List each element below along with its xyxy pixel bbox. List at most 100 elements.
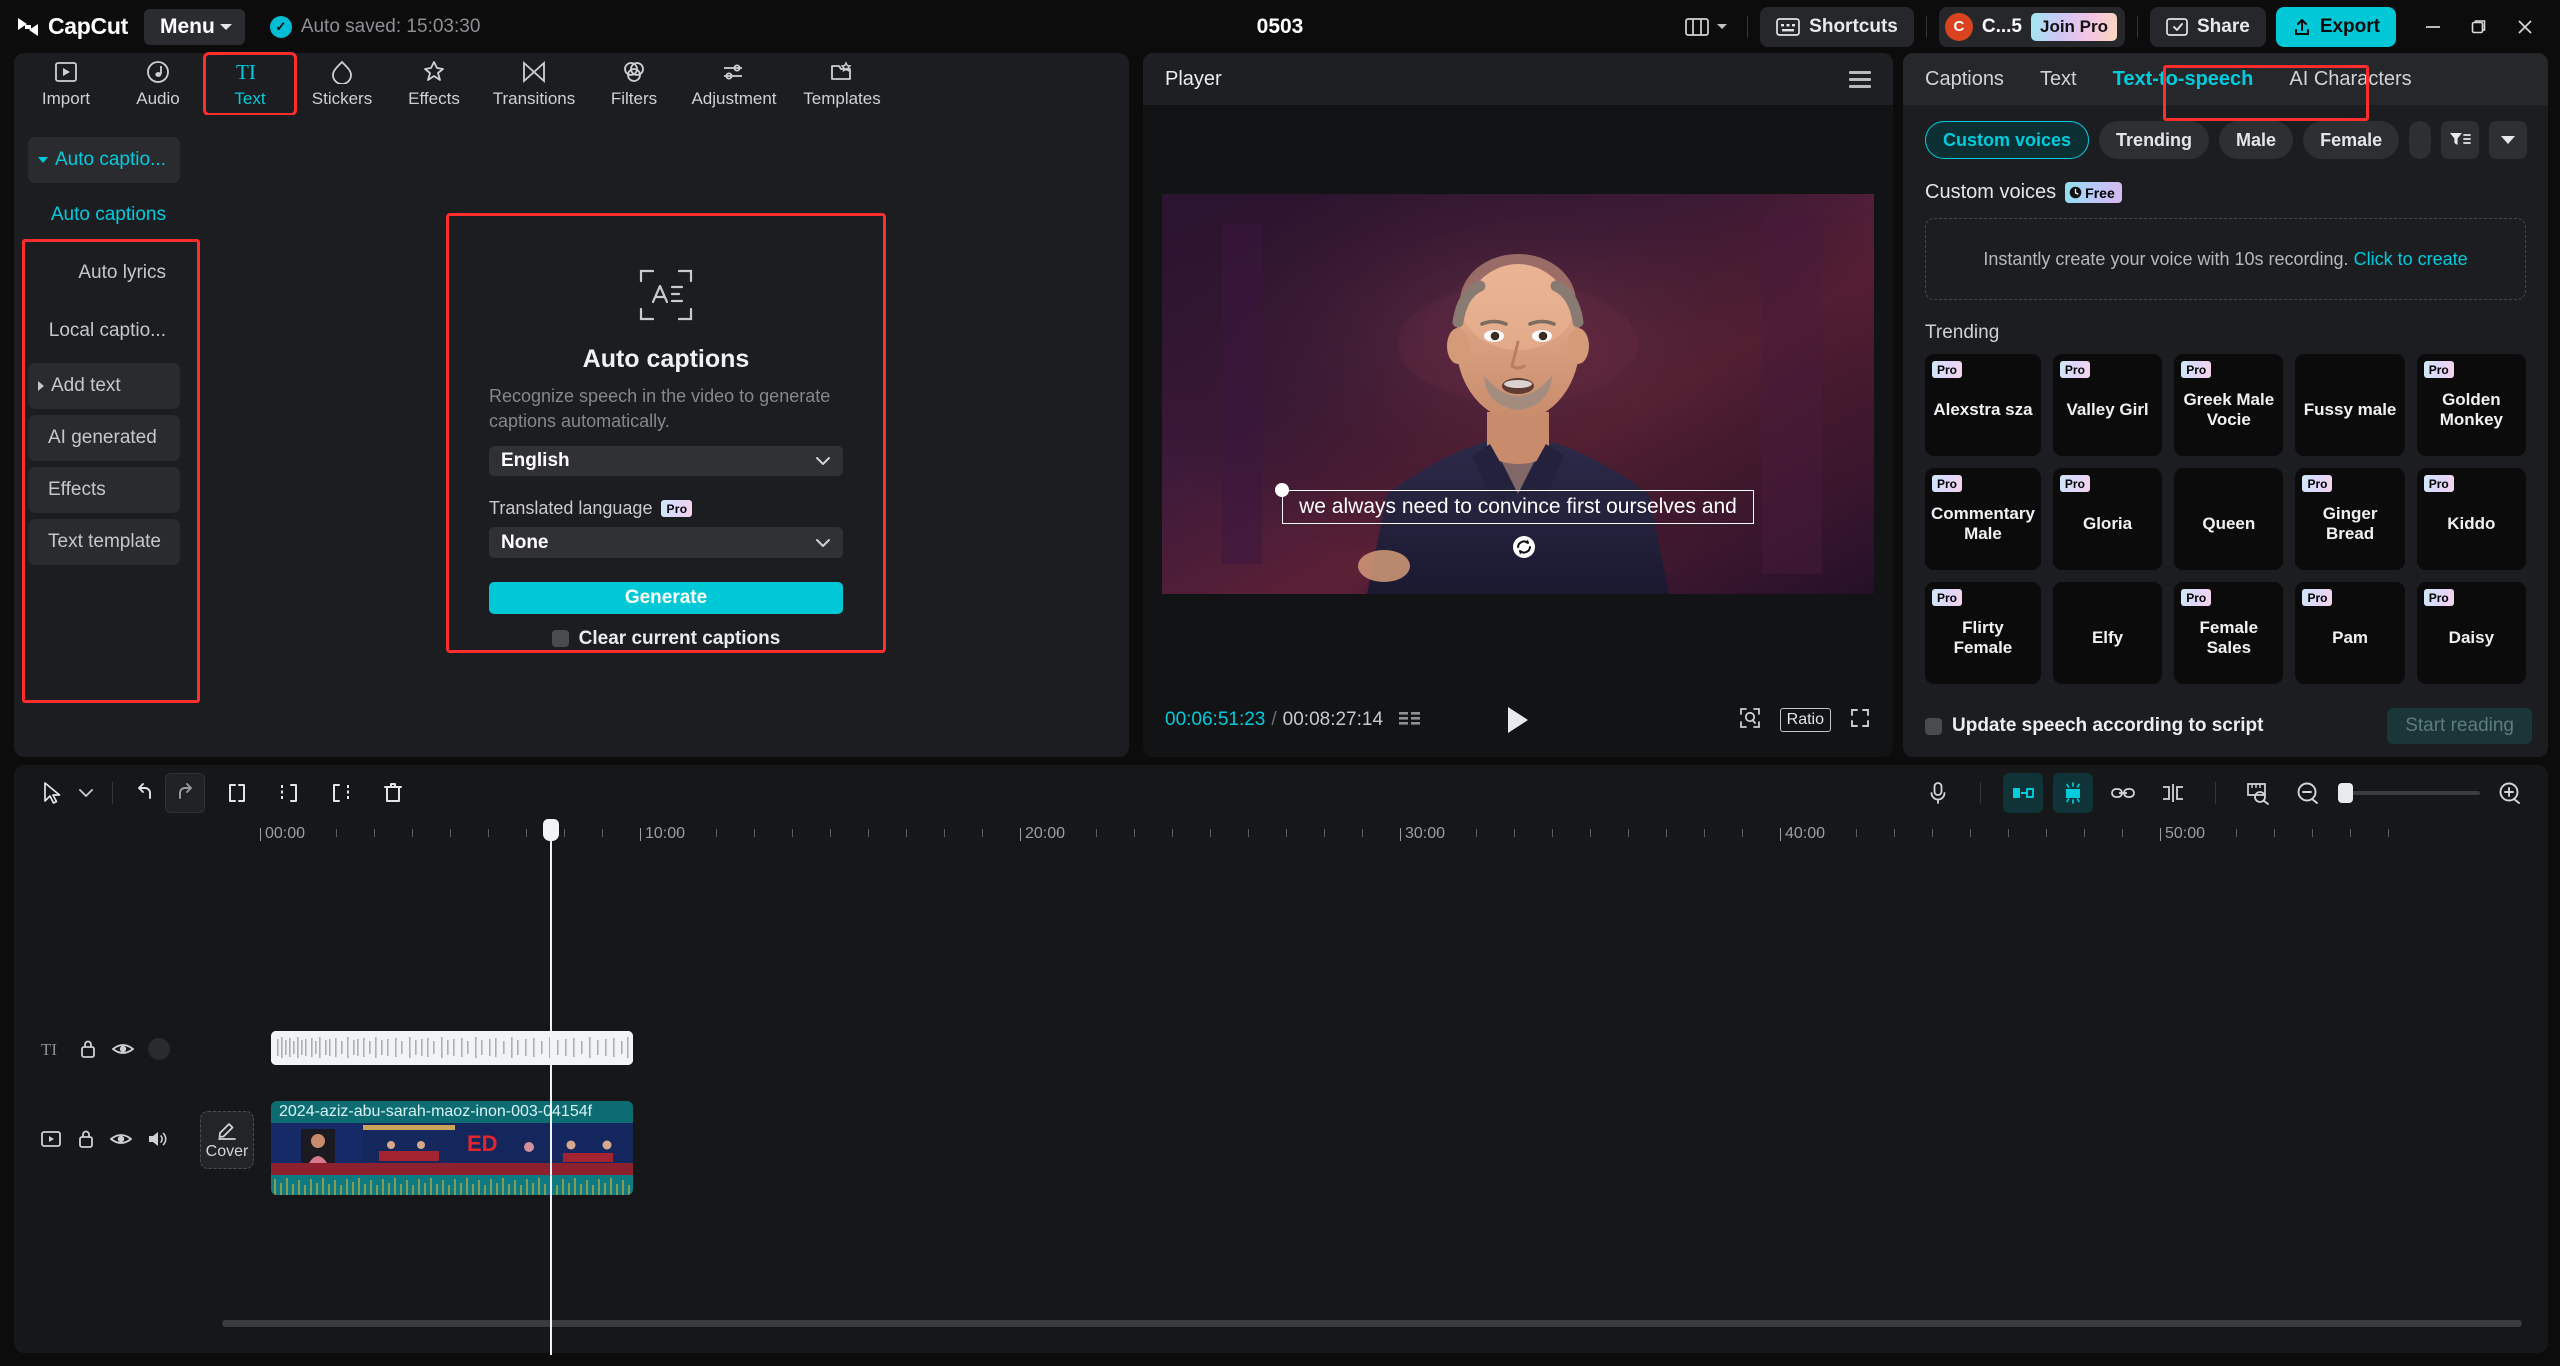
timeline-ruler[interactable]: 00:00 10:00 20:00 30:00 40:00 50:00 [222, 821, 2548, 855]
undo-icon[interactable] [125, 773, 165, 813]
tab-transitions[interactable]: Transitions [482, 55, 586, 113]
video-frame[interactable]: we always need to convince first ourselv… [1162, 194, 1874, 594]
voice-card[interactable]: ProValley Girl [2053, 354, 2162, 456]
cursor-icon[interactable] [32, 773, 72, 813]
sidebar-item-auto-captions[interactable]: Auto captions [28, 189, 180, 241]
play-button[interactable] [1508, 707, 1528, 733]
tab-text-to-speech[interactable]: Text-to-speech [2113, 68, 2254, 91]
voice-card[interactable]: ProPam [2295, 582, 2404, 684]
voice-card[interactable]: ProDaisy [2417, 582, 2526, 684]
zoom-fit-icon[interactable] [2238, 773, 2278, 813]
delete-icon[interactable] [373, 773, 413, 813]
generate-button[interactable]: Generate [489, 582, 843, 614]
sidebar-item-auto-lyrics[interactable]: Auto lyrics [28, 247, 180, 299]
subtitle-clip[interactable] [271, 1031, 633, 1065]
voice-card[interactable]: Fussy male [2295, 354, 2404, 456]
voice-card[interactable]: Queen [2174, 468, 2283, 570]
voice-card[interactable]: ProGreek Male Vocie [2174, 354, 2283, 456]
voice-card[interactable]: ProFlirty Female [1925, 582, 2041, 684]
minimize-button[interactable] [2410, 7, 2456, 47]
sidebar-item-add-text[interactable]: Add text [28, 363, 180, 409]
tab-templates[interactable]: Templates [790, 55, 894, 113]
playhead[interactable] [550, 821, 552, 1355]
voice-card[interactable]: ProFemale Sales [2174, 582, 2283, 684]
sidebar-item-text-template[interactable]: Text template [28, 519, 180, 565]
snap-clip-icon[interactable] [2003, 773, 2043, 813]
tab-filters[interactable]: Filters [590, 55, 678, 113]
tab-captions[interactable]: Captions [1925, 68, 2004, 91]
maximize-button[interactable] [2456, 7, 2502, 47]
lock-icon[interactable] [78, 1038, 98, 1060]
link-icon[interactable] [2103, 773, 2143, 813]
tab-text[interactable]: Text [2040, 68, 2077, 91]
voice-card[interactable]: ProAlexstra sza [1925, 354, 2041, 456]
tab-adjustment[interactable]: Adjustment [682, 55, 786, 113]
voice-card[interactable]: ProGinger Bread [2295, 468, 2404, 570]
sidebar-item-auto-captions-group[interactable]: Auto captio... [28, 137, 180, 183]
video-clip[interactable]: 2024-aziz-abu-sarah-maoz-inon-003-04154f [271, 1101, 633, 1195]
ratio-button[interactable]: Ratio [1780, 708, 1831, 732]
zoom-slider-knob[interactable] [2338, 783, 2353, 803]
volume-icon[interactable] [146, 1129, 168, 1149]
menu-button[interactable]: Menu [144, 9, 245, 45]
voice-card[interactable]: ProGloria [2053, 468, 2162, 570]
eye-icon[interactable] [112, 1040, 134, 1058]
tab-import[interactable]: Import [22, 55, 110, 113]
translated-language-select[interactable]: None [489, 527, 843, 558]
redo-icon[interactable] [165, 773, 205, 813]
fullscreen-icon[interactable] [1849, 707, 1871, 734]
user-account-chip[interactable]: C C...5 Join Pro [1939, 7, 2125, 47]
sidebar-item-ai-generated[interactable]: AI generated [28, 415, 180, 461]
voice-card[interactable]: Elfy [2053, 582, 2162, 684]
lock-icon[interactable] [76, 1128, 96, 1150]
close-button[interactable] [2502, 7, 2548, 47]
update-speech-checkbox[interactable]: Update speech according to script [1925, 715, 2263, 737]
create-voice-box[interactable]: Instantly create your voice with 10s rec… [1925, 218, 2526, 300]
sidebar-item-effects[interactable]: Effects [28, 467, 180, 513]
trim-right-icon[interactable] [321, 773, 361, 813]
chevron-down-icon[interactable] [2489, 121, 2527, 159]
shortcuts-button[interactable]: Shortcuts [1760, 7, 1914, 47]
voice-card[interactable]: ProCommentary Male [1925, 468, 2041, 570]
clear-captions-checkbox[interactable]: Clear current captions [552, 628, 781, 650]
sidebar-item-local-captions[interactable]: Local captio... [28, 305, 180, 357]
caption-overlay[interactable]: we always need to convince first ourselv… [1282, 490, 1754, 524]
tab-stickers[interactable]: Stickers [298, 55, 386, 113]
layout-button[interactable] [1677, 8, 1735, 46]
playhead-knob[interactable] [543, 819, 559, 841]
tab-effects[interactable]: Effects [390, 55, 478, 113]
tab-ai-characters[interactable]: AI Characters [2289, 68, 2411, 91]
eye-icon[interactable] [110, 1130, 132, 1148]
mic-icon[interactable] [1918, 773, 1958, 813]
quality-icon[interactable] [1738, 706, 1762, 735]
filter-icon[interactable] [2441, 121, 2479, 159]
split-icon[interactable] [217, 773, 257, 813]
chip-trending[interactable]: Trending [2099, 121, 2209, 159]
zoom-slider[interactable] [2338, 791, 2480, 795]
chip-female[interactable]: Female [2303, 121, 2399, 159]
zoom-out-icon[interactable] [2288, 773, 2328, 813]
select-tool-dropdown[interactable] [72, 773, 100, 813]
magnet-icon[interactable] [2053, 773, 2093, 813]
start-reading-button[interactable]: Start reading [2387, 708, 2532, 744]
timeline-horizontal-scrollbar[interactable] [222, 1320, 2522, 1327]
chip-custom-voices[interactable]: Custom voices [1925, 121, 2089, 159]
voice-card[interactable]: ProGolden Monkey [2417, 354, 2526, 456]
source-language-select[interactable]: English [489, 446, 843, 477]
voice-card[interactable]: ProKiddo [2417, 468, 2526, 570]
split-center-icon[interactable] [2153, 773, 2193, 813]
create-voice-link[interactable]: Click to create [2354, 249, 2468, 270]
share-button[interactable]: Share [2150, 7, 2266, 47]
tab-audio[interactable]: Audio [114, 55, 202, 113]
hamburger-icon[interactable] [1849, 71, 1871, 88]
chip-overflow[interactable] [2409, 121, 2431, 159]
playlist-icon[interactable] [1399, 710, 1421, 730]
export-button[interactable]: Export [2276, 7, 2396, 47]
zoom-in-icon[interactable] [2490, 773, 2530, 813]
trim-left-icon[interactable] [269, 773, 309, 813]
join-pro-button[interactable]: Join Pro [2031, 13, 2117, 41]
tab-text[interactable]: TI Text [206, 55, 294, 113]
cover-button[interactable]: Cover [200, 1111, 254, 1169]
chip-male[interactable]: Male [2219, 121, 2293, 159]
rotate-icon[interactable] [1511, 534, 1537, 560]
